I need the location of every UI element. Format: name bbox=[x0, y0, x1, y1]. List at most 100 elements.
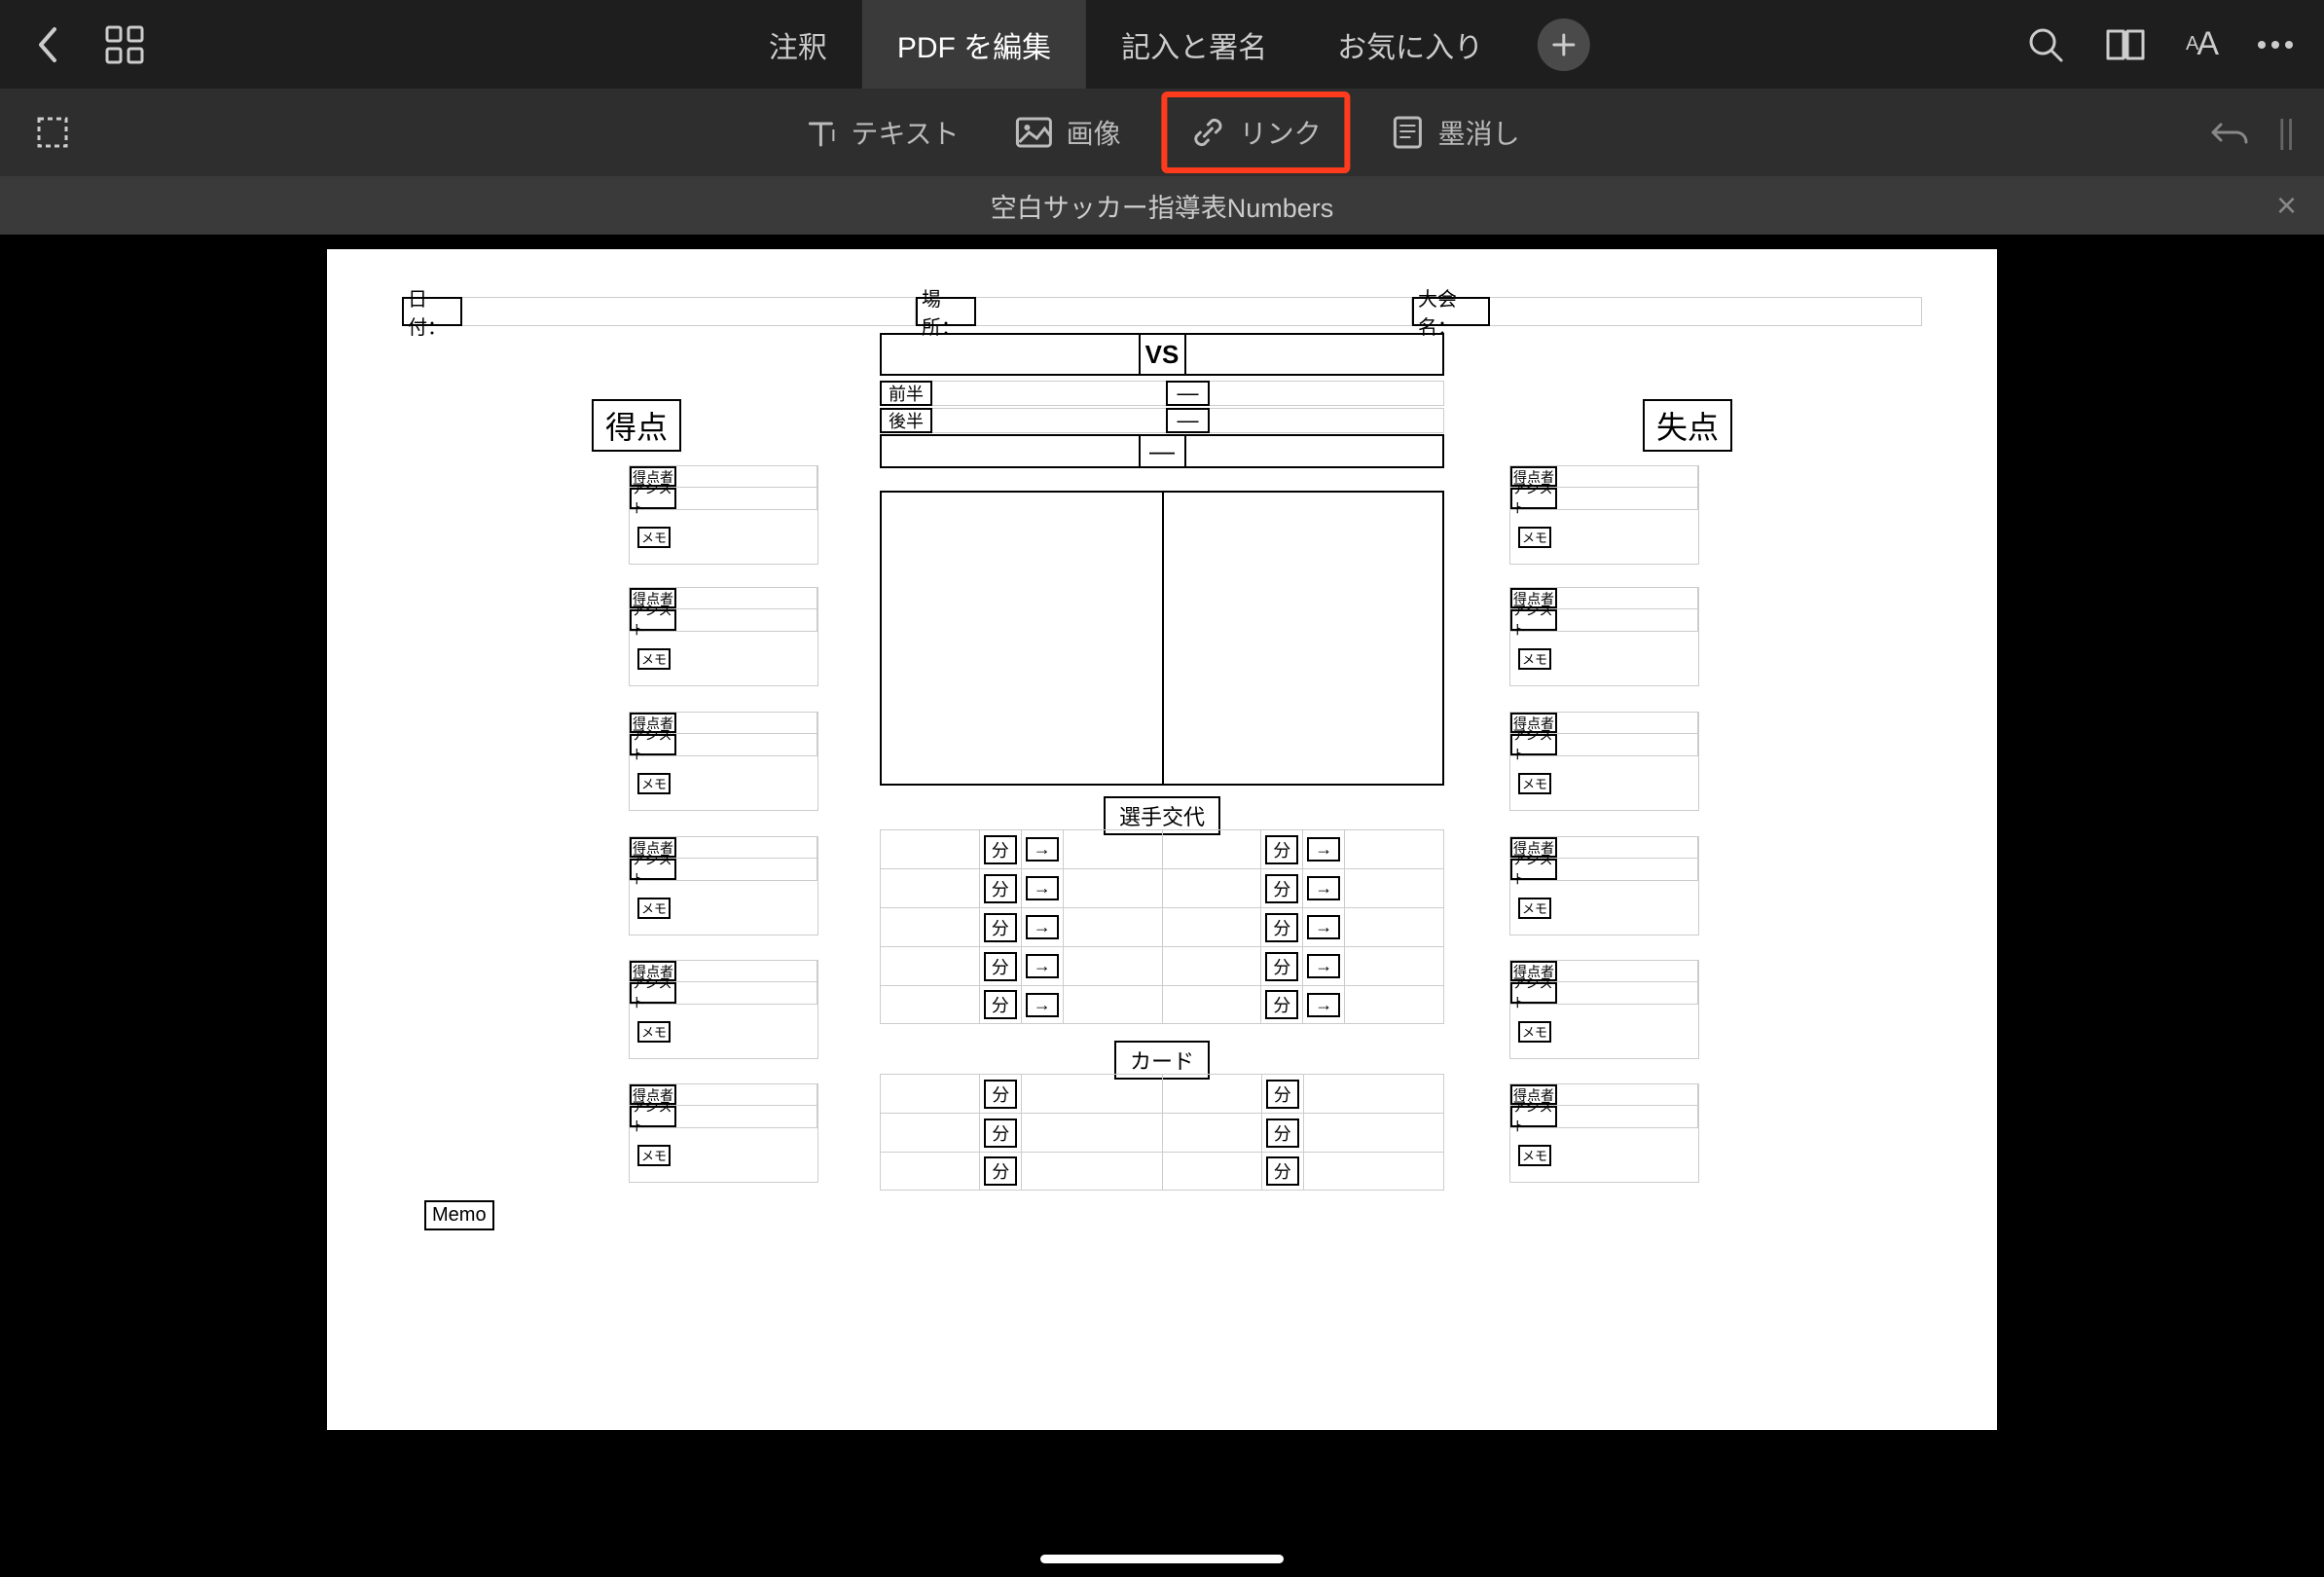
second-half-row: 後半 ― bbox=[880, 408, 1444, 433]
card-minute: 分 bbox=[1262, 1153, 1304, 1190]
scorer-field bbox=[1557, 588, 1698, 608]
card-cell bbox=[880, 1153, 980, 1190]
reader-view-button[interactable] bbox=[2104, 27, 2147, 62]
sub-row: 分→分→ bbox=[880, 985, 1444, 1024]
sub-arrow: → bbox=[1022, 869, 1064, 907]
sub-arrow: → bbox=[1303, 869, 1345, 907]
total-right bbox=[1184, 434, 1445, 468]
card-cell bbox=[1022, 1114, 1162, 1152]
header-tabs: 注釈 PDF を編集 記入と署名 お気に入り bbox=[734, 0, 1590, 89]
stat-card-right-4: 得点者アシストメモ bbox=[1509, 960, 1699, 1064]
sub-cell bbox=[880, 947, 980, 985]
assist-field bbox=[1557, 1106, 1698, 1127]
tab-favorites[interactable]: お気に入り bbox=[1302, 0, 1518, 89]
header-left bbox=[0, 25, 144, 64]
sub-cell bbox=[1345, 986, 1444, 1023]
sub-cell bbox=[1064, 947, 1163, 985]
goals-against-label: 失点 bbox=[1643, 399, 1732, 452]
memo-small-label: メモ bbox=[637, 773, 671, 794]
date-field bbox=[462, 297, 916, 326]
sub-arrow: → bbox=[1303, 986, 1345, 1023]
toolbar-center: テキスト 画像 リンク 墨消し bbox=[788, 92, 1535, 173]
stat-card-right-2: 得点者アシストメモ bbox=[1509, 712, 1699, 816]
link-tool[interactable]: リンク bbox=[1162, 92, 1351, 173]
sub-cell bbox=[1064, 986, 1163, 1023]
memo-small-label: メモ bbox=[1518, 773, 1551, 794]
close-document-button[interactable]: × bbox=[2276, 185, 2297, 226]
assist-field bbox=[676, 488, 817, 509]
scorer-field bbox=[1557, 713, 1698, 733]
header-right: AA bbox=[2026, 25, 2295, 64]
card-minute: 分 bbox=[980, 1153, 1022, 1190]
stat-card-left-0: 得点者アシストメモ bbox=[629, 465, 818, 569]
assist-label: アシスト bbox=[1510, 859, 1557, 880]
back-button[interactable] bbox=[35, 25, 58, 64]
assist-field bbox=[676, 982, 817, 1004]
total-dash: ― bbox=[1141, 434, 1184, 468]
tab-fill-sign[interactable]: 記入と署名 bbox=[1086, 0, 1302, 89]
memo-small-label: メモ bbox=[637, 898, 671, 919]
card-cell bbox=[1022, 1153, 1162, 1190]
sub-cell bbox=[1064, 869, 1163, 907]
assist-label: アシスト bbox=[1510, 488, 1557, 509]
more-button[interactable] bbox=[2256, 39, 2295, 51]
sub-minute: 分 bbox=[1261, 830, 1303, 868]
sub-cell bbox=[1163, 986, 1262, 1023]
selection-tool[interactable] bbox=[35, 115, 70, 150]
sub-arrow: → bbox=[1303, 908, 1345, 946]
sub-cell bbox=[880, 986, 980, 1023]
main-header: 注釈 PDF を編集 記入と署名 お気に入り AA bbox=[0, 0, 2324, 89]
image-tool-label: 画像 bbox=[1067, 113, 1121, 152]
assist-field bbox=[676, 1106, 817, 1127]
sub-row: 分→分→ bbox=[880, 907, 1444, 946]
stat-card-left-4: 得点者アシストメモ bbox=[629, 960, 818, 1064]
tab-annotate[interactable]: 注釈 bbox=[734, 0, 862, 89]
text-icon bbox=[804, 116, 837, 149]
first-half-label: 前半 bbox=[880, 381, 932, 406]
memo-small-label: メモ bbox=[637, 1021, 671, 1043]
memo-small-label: メモ bbox=[1518, 648, 1551, 670]
sub-arrow: → bbox=[1303, 830, 1345, 868]
sub-cell bbox=[880, 830, 980, 868]
assist-field bbox=[676, 734, 817, 755]
goals-for-label: 得点 bbox=[592, 399, 681, 452]
thumbnails-button[interactable] bbox=[105, 25, 144, 64]
sub-minute: 分 bbox=[1261, 947, 1303, 985]
assist-field bbox=[1557, 734, 1698, 755]
assist-label: アシスト bbox=[630, 982, 676, 1004]
first-half-right bbox=[1210, 381, 1444, 406]
stat-card-right-1: 得点者アシストメモ bbox=[1509, 587, 1699, 691]
image-tool[interactable]: 画像 bbox=[1000, 103, 1137, 162]
pdf-page[interactable]: 日付： 場所： 大会名： VS 前半 ― 後半 ― bbox=[327, 249, 1997, 1430]
undo-button[interactable] bbox=[2209, 117, 2250, 148]
first-half-dash: ― bbox=[1166, 381, 1210, 406]
add-tab-button[interactable] bbox=[1538, 18, 1590, 71]
card-cell bbox=[880, 1075, 980, 1113]
redact-tool[interactable]: 墨消し bbox=[1376, 103, 1536, 162]
link-tool-label: リンク bbox=[1240, 113, 1322, 152]
card-cell bbox=[1022, 1075, 1162, 1113]
place-field bbox=[976, 297, 1412, 326]
assist-field bbox=[1557, 859, 1698, 880]
card-row: 分分 bbox=[880, 1152, 1444, 1191]
team-right bbox=[1184, 333, 1445, 376]
sub-arrow: → bbox=[1022, 986, 1064, 1023]
sub-cell bbox=[1345, 869, 1444, 907]
toolbar-left bbox=[0, 115, 70, 150]
text-tool-label: テキスト bbox=[851, 113, 959, 152]
assist-label: アシスト bbox=[1510, 1106, 1557, 1127]
sub-cell bbox=[880, 869, 980, 907]
date-label: 日付： bbox=[402, 297, 462, 326]
sub-cell bbox=[1064, 908, 1163, 946]
text-tool[interactable]: テキスト bbox=[788, 103, 974, 162]
text-size-button[interactable]: AA bbox=[2186, 25, 2217, 63]
assist-label: アシスト bbox=[1510, 734, 1557, 755]
scorer-field bbox=[676, 713, 817, 733]
sub-cell bbox=[1163, 869, 1262, 907]
card-cell bbox=[1304, 1075, 1444, 1113]
memo-small-label: メモ bbox=[637, 648, 671, 670]
tab-edit-pdf[interactable]: PDF を編集 bbox=[862, 0, 1086, 89]
search-button[interactable] bbox=[2026, 25, 2065, 64]
card-minute: 分 bbox=[1262, 1114, 1304, 1152]
memo-small-label: メモ bbox=[637, 527, 671, 548]
